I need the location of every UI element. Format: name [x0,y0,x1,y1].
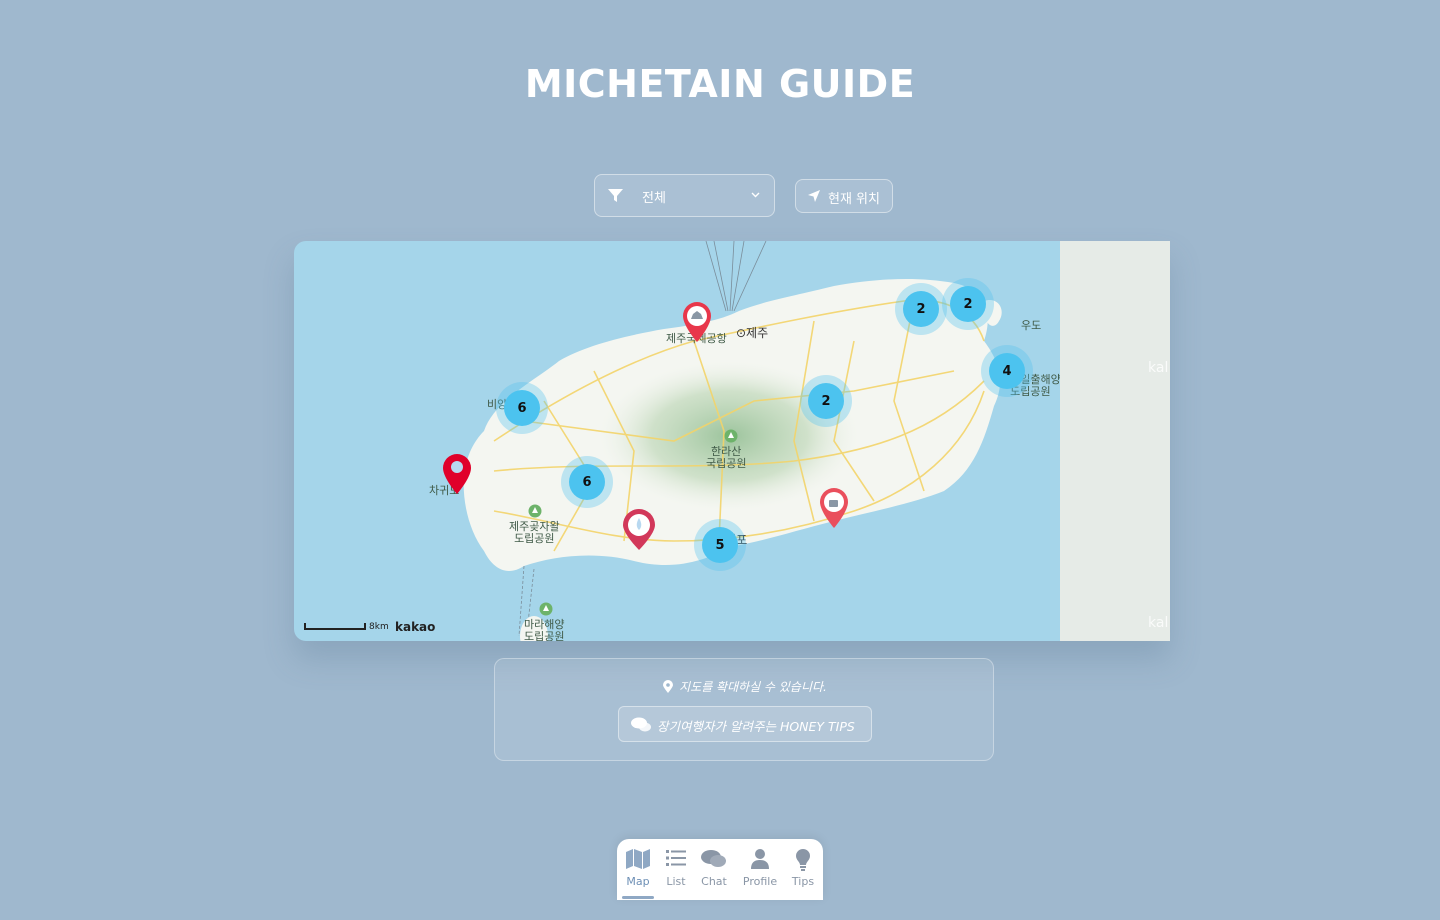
profile-icon [751,849,769,869]
chat-icon [631,717,651,732]
map-tile-placeholder: kal kal [1060,241,1170,641]
app-title: MICHETAIN GUIDE [524,62,916,106]
cluster-count: 2 [903,291,939,327]
park-icon [724,429,738,443]
nav-item-map[interactable]: Map [618,849,658,888]
map-icon [626,849,650,869]
cafe-marker[interactable] [819,487,849,529]
nav-item-profile[interactable]: Profile [740,849,780,888]
cluster-count: 6 [504,390,540,426]
cluster-count: 4 [989,353,1025,389]
cluster-count: 6 [569,464,605,500]
map-cluster[interactable]: 2 [942,278,994,330]
lightbulb-icon [796,849,810,871]
map-label-marado: 마라해양 도립공원 [524,618,565,642]
filter-icon [608,189,623,202]
map-label-hallasan: 한라산 국립공원 [706,445,747,470]
nav-item-tips[interactable]: Tips [783,849,823,888]
park-icon [528,504,542,518]
zoom-hint: 지도를 확대하실 수 있습니다. [495,678,995,695]
honey-tips-button[interactable]: 장기여행자가 알려주는 HONEY TIPS [618,706,872,742]
honey-tips-label: 장기여행자가 알려주는 HONEY TIPS [657,719,855,734]
cluster-count: 2 [950,286,986,322]
chevron-down-icon [751,192,760,198]
map-label-jeju-city: ⊙제주 [736,326,769,340]
map-pin-icon [663,680,674,693]
kakao-logo: kakao [395,620,436,634]
jeju-map[interactable]: ⊙제주 제주국제공항 우도 한라산 국립공원 제주곶자왈 도립공원 성산일출해양… [294,241,1170,641]
zoom-hint-text: 지도를 확대하실 수 있습니다. [679,680,827,694]
map-cluster[interactable]: 4 [981,345,1033,397]
ghost-watermark: kal [1148,360,1169,376]
current-location-button[interactable]: 현재 위치 [795,179,893,213]
location-marker[interactable] [442,453,472,495]
chat-icon [701,850,726,867]
map-cluster[interactable]: 5 [694,519,746,571]
park-icon [539,602,553,616]
list-icon [666,850,686,866]
current-location-label: 현재 위치 [828,192,880,207]
location-marker[interactable] [622,509,656,551]
cluster-count: 2 [808,383,844,419]
filter-selected-value: 전체 [642,191,666,206]
nav-item-chat[interactable]: Chat [694,849,734,888]
airport-marker[interactable] [682,301,712,343]
bottom-nav: Map List Chat Profile Tips [617,839,823,900]
map-cluster[interactable]: 2 [800,375,852,427]
map-cluster[interactable]: 6 [496,382,548,434]
ferry-routes [705,241,767,312]
coffee-icon [829,500,838,507]
map-cluster[interactable]: 2 [895,283,947,335]
nav-item-list[interactable]: List [656,849,696,888]
ghost-watermark: kal [1148,615,1169,631]
active-tab-indicator [622,896,654,899]
map-info-panel: 지도를 확대하실 수 있습니다. 장기여행자가 알려주는 HONEY TIPS [494,658,994,761]
map-cluster[interactable]: 6 [561,456,613,508]
cluster-count: 5 [702,527,738,563]
map-label-jeju-gotjawal: 제주곶자왈 도립공원 [509,520,560,545]
category-filter-select[interactable]: 전체 [594,174,775,217]
map-label-udo: 우도 [1021,319,1042,332]
location-arrow-icon [808,190,820,202]
